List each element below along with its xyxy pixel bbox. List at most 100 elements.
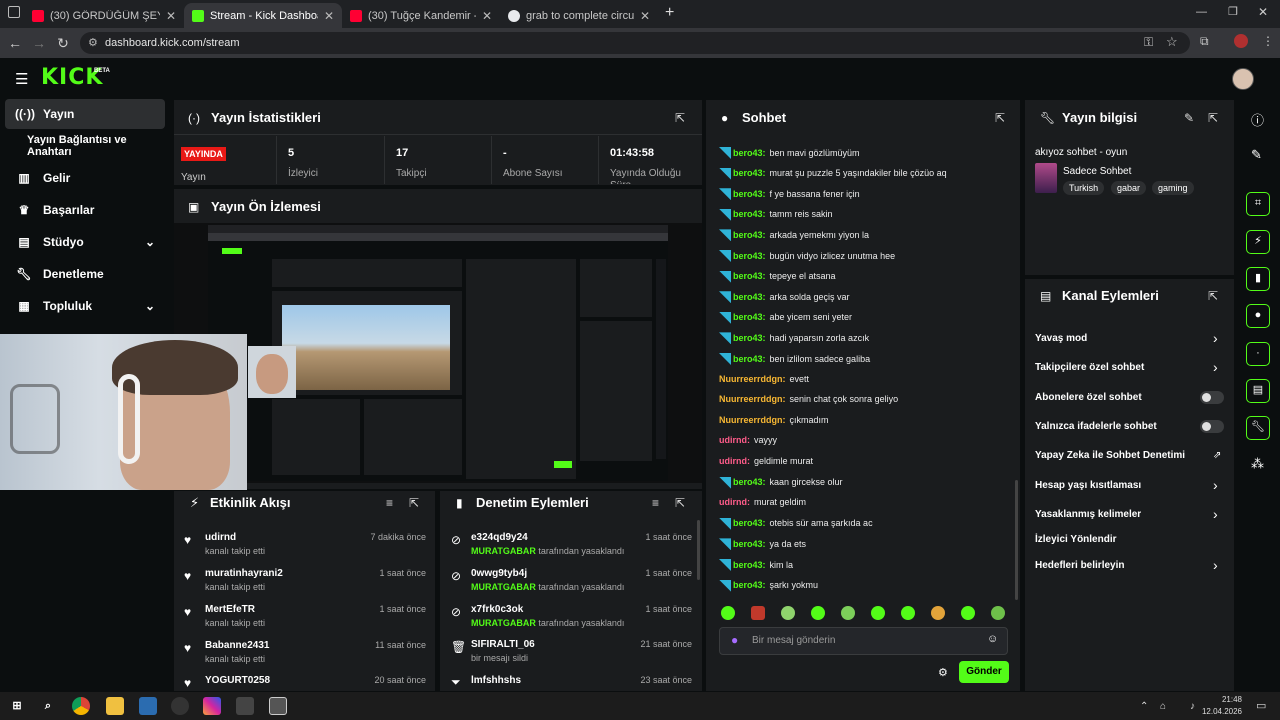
minimize-icon[interactable]: — bbox=[1196, 6, 1207, 18]
chat-username[interactable]: bero43: bbox=[733, 560, 766, 571]
file-explorer-icon[interactable] bbox=[106, 697, 124, 715]
chat-username[interactable]: udirnd: bbox=[719, 435, 750, 446]
sidebar-item-denetleme[interactable]: 🔧︎ Denetleme bbox=[5, 259, 165, 289]
filter-icon[interactable]: ≡ bbox=[652, 496, 659, 510]
app-icon[interactable] bbox=[236, 697, 254, 715]
close-icon[interactable]: ✕ bbox=[166, 9, 176, 23]
app-icon[interactable] bbox=[269, 697, 287, 715]
emote-icon[interactable] bbox=[721, 606, 735, 620]
emote-icon[interactable] bbox=[961, 606, 975, 620]
browser-tab-3[interactable]: (30) Tuğçe Kandemir - Yanlış - ✕ bbox=[342, 3, 500, 28]
activity-user[interactable]: udirnd bbox=[205, 532, 236, 543]
pencil-icon[interactable]: ✎ bbox=[1251, 147, 1262, 163]
chat-username[interactable]: Nuurreerrddgn: bbox=[719, 415, 786, 426]
browser-menu-icon[interactable]: ⋮ bbox=[1262, 34, 1274, 48]
instagram-icon[interactable] bbox=[203, 697, 221, 715]
chat-username[interactable]: udirnd: bbox=[719, 497, 750, 508]
extensions-icon[interactable]: ⧉ bbox=[1200, 34, 1209, 49]
clock-time[interactable]: 21:48 bbox=[1206, 695, 1242, 704]
chevron-right-icon[interactable]: › bbox=[1213, 477, 1218, 493]
action-goals[interactable]: Hedefleri belirleyin bbox=[1035, 560, 1124, 571]
rail-crop-icon[interactable]: ⌗ bbox=[1246, 192, 1270, 216]
filter-icon[interactable]: ≡ bbox=[386, 496, 393, 510]
chat-username[interactable]: bero43: bbox=[733, 251, 766, 262]
emote-icon[interactable] bbox=[781, 606, 795, 620]
emoji-picker-icon[interactable]: ☺ bbox=[987, 633, 998, 645]
close-icon[interactable]: ✕ bbox=[482, 9, 492, 23]
site-info-icon[interactable]: ⚙ bbox=[88, 36, 98, 49]
scrollbar[interactable] bbox=[697, 520, 700, 580]
clock-date[interactable]: 12.04.2026 bbox=[1200, 707, 1242, 716]
back-icon[interactable]: ← bbox=[6, 34, 24, 52]
new-tab-button[interactable]: + bbox=[665, 4, 674, 22]
activity-user[interactable]: MertEfeTR bbox=[205, 604, 255, 615]
emotes-only-toggle[interactable] bbox=[1200, 420, 1224, 433]
popout-icon[interactable]: ⇱ bbox=[409, 496, 419, 510]
omnibox[interactable] bbox=[80, 32, 1190, 54]
action-followers-only[interactable]: Takipçilere özel sohbet bbox=[1035, 362, 1144, 373]
mod-user[interactable]: MURATGABAR bbox=[471, 582, 536, 592]
activity-user[interactable]: Babanne2431 bbox=[205, 640, 269, 651]
mod-target[interactable]: SIFIRALTI_06 bbox=[471, 639, 535, 650]
microphone-icon[interactable]: ● bbox=[731, 633, 738, 647]
tab-search-icon[interactable] bbox=[8, 6, 20, 18]
sidebar-item-stream-key[interactable]: Yayın Bağlantısı ve Anahtarı bbox=[5, 131, 165, 161]
sidebar-item-studyo[interactable]: ▤ Stüdyo ⌄ bbox=[5, 227, 165, 257]
emote-icon[interactable] bbox=[811, 606, 825, 620]
sidebar-item-gelir[interactable]: ▥ Gelir bbox=[5, 163, 165, 193]
mod-target[interactable]: x7frk0c3ok bbox=[471, 604, 523, 615]
windows-start-icon[interactable]: ⊞ bbox=[8, 697, 26, 715]
chat-username[interactable]: bero43: bbox=[733, 168, 766, 179]
chat-username[interactable]: bero43: bbox=[733, 354, 766, 365]
reload-icon[interactable]: ↻ bbox=[54, 34, 72, 52]
bookmark-star-icon[interactable]: ☆ bbox=[1166, 34, 1178, 50]
close-icon[interactable]: ✕ bbox=[324, 9, 334, 23]
popout-icon[interactable]: ⇱ bbox=[675, 496, 685, 510]
obs-icon[interactable] bbox=[171, 697, 189, 715]
chat-username[interactable]: Nuurreerrddgn: bbox=[719, 394, 786, 405]
action-banned-words[interactable]: Yasaklanmış kelimeler bbox=[1035, 509, 1141, 520]
chat-username[interactable]: bero43: bbox=[733, 539, 766, 550]
mod-target[interactable]: 0wwg9tyb4j bbox=[471, 568, 527, 579]
url-text[interactable]: dashboard.kick.com/stream bbox=[105, 36, 240, 50]
chevron-right-icon[interactable]: › bbox=[1213, 359, 1218, 375]
sidebar-item-topluluk[interactable]: ▦ Topluluk ⌄ bbox=[5, 291, 165, 321]
external-link-icon[interactable]: ⇗ bbox=[1213, 450, 1221, 461]
chat-username[interactable]: bero43: bbox=[733, 312, 766, 323]
subscribers-only-toggle[interactable] bbox=[1200, 391, 1224, 404]
chat-username[interactable]: bero43: bbox=[733, 333, 766, 344]
action-emotes-only[interactable]: Yalnızca ifadelerle sohbet bbox=[1035, 421, 1157, 432]
chat-username[interactable]: udirnd: bbox=[719, 456, 750, 467]
mod-target[interactable]: e324qd9y24 bbox=[471, 532, 528, 543]
chat-username[interactable]: Nuurreerrddgn: bbox=[719, 374, 786, 385]
tray-chevron-icon[interactable]: ⌃ bbox=[1140, 701, 1148, 712]
action-ai-moderation[interactable]: Yapay Zeka ile Sohbet Denetimi bbox=[1035, 450, 1185, 461]
chat-username[interactable]: bero43: bbox=[733, 580, 766, 591]
edit-pencil-icon[interactable]: ✎ bbox=[1184, 111, 1194, 125]
action-account-age[interactable]: Hesap yaşı kısıtlaması bbox=[1035, 480, 1141, 491]
emote-icon[interactable] bbox=[841, 606, 855, 620]
maximize-icon[interactable]: ❐ bbox=[1228, 5, 1238, 18]
chat-username[interactable]: bero43: bbox=[733, 209, 766, 220]
forward-icon[interactable]: → bbox=[30, 34, 48, 52]
activity-user[interactable]: muratinhayrani2 bbox=[205, 568, 283, 579]
browser-tab-1[interactable]: (30) GÖRDÜĞÜM ŞEYLER GERÇ ✕ bbox=[24, 3, 184, 28]
mod-user[interactable]: MURATGABAR bbox=[471, 546, 536, 556]
rail-chat-icon[interactable]: ● bbox=[1246, 304, 1270, 328]
rail-clipboard-icon[interactable]: ▮ bbox=[1246, 267, 1270, 291]
chat-username[interactable]: bero43: bbox=[733, 271, 766, 282]
popout-icon[interactable]: ⇱ bbox=[675, 111, 685, 125]
popout-icon[interactable]: ⇱ bbox=[1208, 111, 1218, 125]
hamburger-menu-icon[interactable]: ☰ bbox=[15, 70, 28, 88]
chat-scrollbar[interactable] bbox=[1015, 480, 1018, 600]
action-slow-mode[interactable]: Yavaş mod bbox=[1035, 333, 1087, 344]
window-close-icon[interactable]: ✕ bbox=[1258, 5, 1268, 19]
emote-icon[interactable] bbox=[901, 606, 915, 620]
emote-icon[interactable] bbox=[991, 606, 1005, 620]
emote-icon[interactable] bbox=[871, 606, 885, 620]
network-icon[interactable]: ⌂ bbox=[1160, 701, 1166, 712]
settings-gear-icon[interactable]: ⚙ bbox=[938, 666, 948, 679]
chat-username[interactable]: bero43: bbox=[733, 518, 766, 529]
info-icon[interactable]: ⓘ bbox=[1251, 110, 1264, 129]
chevron-right-icon[interactable]: › bbox=[1213, 506, 1218, 522]
